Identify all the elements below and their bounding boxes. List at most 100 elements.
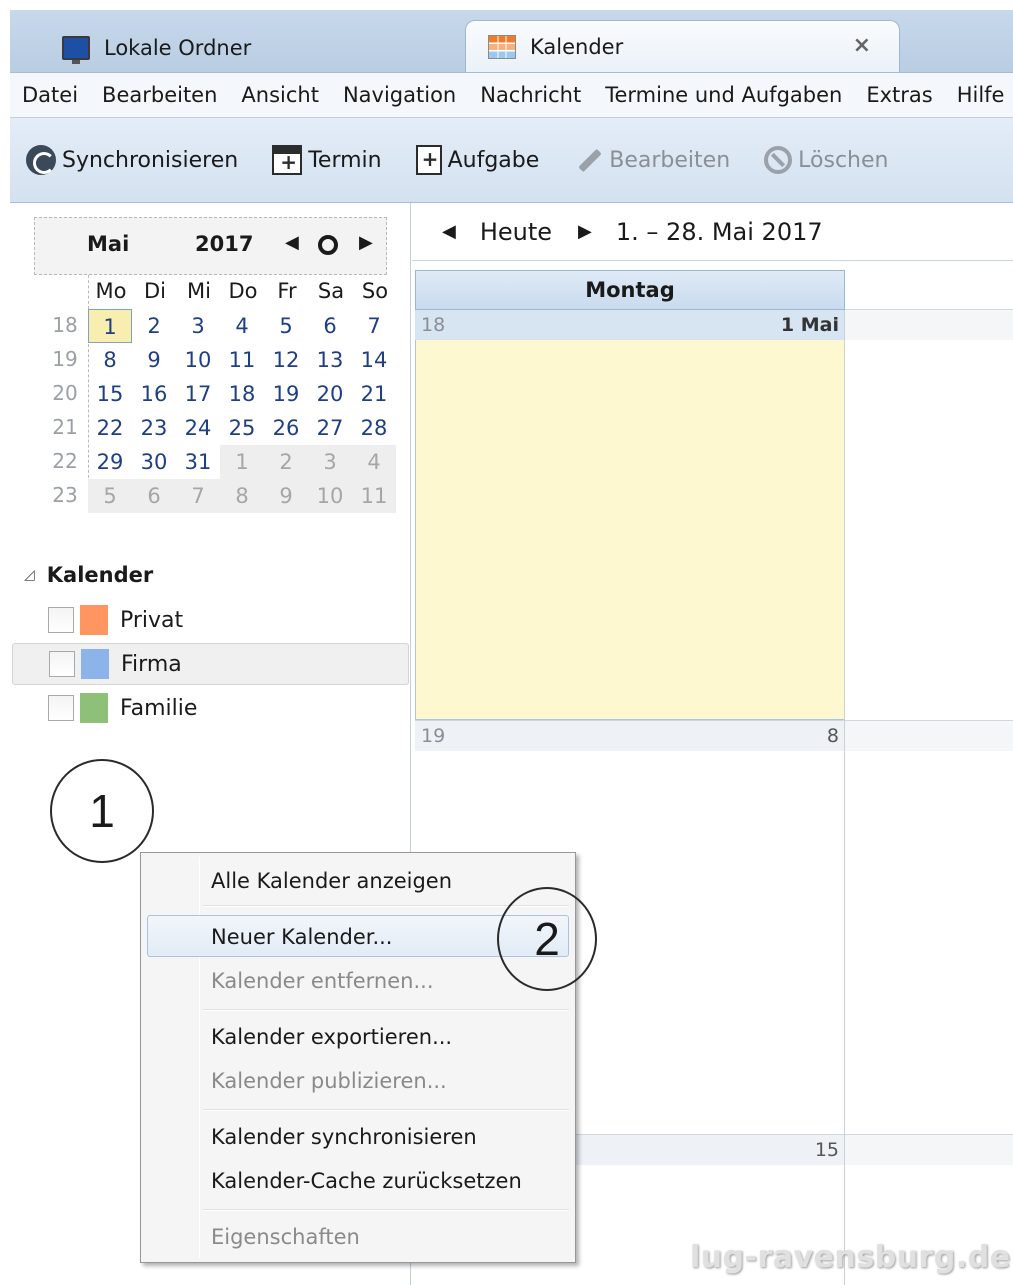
minimonth-day[interactable]: 23 [132, 411, 176, 445]
menu-item-sync-calendar[interactable]: Kalender synchronisieren [211, 1125, 477, 1149]
minimonth-day[interactable]: 3 [176, 309, 220, 343]
minimonth-day[interactable]: 10 [176, 343, 220, 377]
minimonth-day[interactable]: 24 [176, 411, 220, 445]
day-cell-header[interactable]: 19 8 [415, 721, 845, 751]
prev-period-icon[interactable]: ◀ [442, 221, 456, 242]
tab-kalender[interactable]: Kalender × [465, 20, 900, 72]
week-number: 22 [52, 449, 78, 473]
minimonth-day[interactable]: 4 [220, 309, 264, 343]
minimonth-day[interactable]: 9 [264, 479, 308, 513]
minimonth-day[interactable]: 20 [308, 377, 352, 411]
menu-extras[interactable]: Extras [866, 83, 932, 107]
minimonth-day[interactable]: 21 [352, 377, 396, 411]
minimonth-day[interactable]: 5 [88, 479, 132, 513]
calendar-name: Privat [120, 607, 184, 633]
minimonth-day[interactable]: 11 [352, 479, 396, 513]
menu-separator [203, 1009, 569, 1011]
minimonth-day[interactable]: 6 [308, 309, 352, 343]
minimonth-day[interactable]: 29 [88, 445, 132, 479]
minimonth-day[interactable]: 1 [88, 309, 132, 343]
menu-hilfe[interactable]: Hilfe [957, 83, 1005, 107]
minimonth-day[interactable]: 17 [176, 377, 220, 411]
menu-separator [203, 1109, 569, 1111]
calendar-checkbox[interactable] [49, 651, 75, 677]
calendar-item-familie[interactable]: Familie [12, 687, 409, 729]
day-column-header-next [845, 270, 1013, 310]
minimonth-day[interactable]: 27 [308, 411, 352, 445]
collapse-triangle-icon[interactable]: ◿ [24, 567, 35, 583]
minimonth-day[interactable]: 4 [352, 445, 396, 479]
minimonth-day[interactable]: 6 [132, 479, 176, 513]
day-cell-header-today[interactable]: 18 1 Mai [415, 310, 845, 340]
minimonth-day[interactable]: 8 [220, 479, 264, 513]
menu-navigation[interactable]: Navigation [343, 83, 456, 107]
minimonth-day[interactable]: 3 [308, 445, 352, 479]
new-task-button[interactable]: Aufgabe [415, 145, 539, 175]
minimonth-day[interactable]: 9 [132, 343, 176, 377]
calendar-tab-icon [488, 34, 516, 59]
delete-icon [764, 146, 793, 174]
today-button[interactable]: Heute [480, 218, 552, 246]
calendar-color-swatch [80, 693, 108, 723]
minimonth-prev-icon[interactable]: ◀ [285, 232, 299, 253]
minimonth-day[interactable]: 25 [220, 411, 264, 445]
menu-nachricht[interactable]: Nachricht [480, 83, 581, 107]
edit-button[interactable]: Bearbeiten [573, 145, 730, 175]
minimonth-day[interactable]: 22 [88, 411, 132, 445]
minimonth-day[interactable]: 10 [308, 479, 352, 513]
minimonth-day[interactable]: 1 [220, 445, 264, 479]
menu-datei[interactable]: Datei [22, 83, 78, 107]
minimonth-day[interactable]: 19 [264, 377, 308, 411]
minimonth-day[interactable]: 5 [264, 309, 308, 343]
menu-item-export-calendar[interactable]: Kalender exportieren... [211, 1025, 452, 1049]
minimonth-day[interactable]: 11 [220, 343, 264, 377]
menu-item-show-all[interactable]: Alle Kalender anzeigen [211, 869, 452, 893]
minimonth-today-icon[interactable] [318, 235, 338, 255]
close-icon[interactable]: × [853, 33, 871, 58]
menu-item-properties[interactable]: Eigenschaften [211, 1225, 360, 1249]
minimonth-day[interactable]: 16 [132, 377, 176, 411]
calendar-item-firma[interactable]: Firma [12, 643, 409, 685]
minimonth-month[interactable]: Mai [87, 232, 129, 256]
minimonth-day[interactable]: 31 [176, 445, 220, 479]
minimonth-day[interactable]: 2 [264, 445, 308, 479]
menu-item-new-calendar[interactable]: Neuer Kalender... [211, 925, 392, 949]
minimonth-day[interactable]: 28 [352, 411, 396, 445]
menu-bar: Datei Bearbeiten Ansicht Navigation Nach… [10, 73, 1013, 117]
minimonth-day[interactable]: 8 [88, 343, 132, 377]
new-event-button[interactable]: Termin [272, 145, 382, 175]
calendar-item-privat[interactable]: Privat [12, 599, 409, 641]
minimonth-day[interactable]: 15 [88, 377, 132, 411]
day-header: Di [143, 279, 166, 303]
minimonth-day[interactable]: 7 [176, 479, 220, 513]
calendar-checkbox[interactable] [48, 695, 74, 721]
calendar-checkbox[interactable] [48, 607, 74, 633]
calendar-color-swatch [80, 605, 108, 635]
minimonth-year[interactable]: 2017 [195, 232, 253, 256]
minimonth-day[interactable]: 13 [308, 343, 352, 377]
minimonth-next-icon[interactable]: ▶ [359, 232, 373, 253]
today-cell[interactable] [415, 340, 845, 720]
menu-bearbeiten[interactable]: Bearbeiten [102, 83, 217, 107]
menu-termine-und-aufgaben[interactable]: Termine und Aufgaben [605, 83, 842, 107]
next-period-icon[interactable]: ▶ [578, 221, 592, 242]
minimonth-day[interactable]: 2 [132, 309, 176, 343]
menu-item-reset-cache[interactable]: Kalender-Cache zurücksetzen [211, 1169, 522, 1193]
menu-ansicht[interactable]: Ansicht [241, 83, 319, 107]
minimonth-day[interactable]: 12 [264, 343, 308, 377]
pencil-icon [573, 145, 603, 175]
day-header: Fr [277, 279, 297, 303]
tab-lokale-ordner[interactable]: Lokale Ordner [62, 24, 462, 72]
calendar-color-swatch [81, 649, 109, 679]
sync-button[interactable]: Synchronisieren [26, 145, 238, 175]
delete-button[interactable]: Löschen [764, 146, 888, 174]
menu-item-publish-calendar[interactable]: Kalender publizieren... [211, 1069, 447, 1093]
minimonth-day[interactable]: 18 [220, 377, 264, 411]
minimonth-day[interactable]: 14 [352, 343, 396, 377]
minimonth-day[interactable]: 30 [132, 445, 176, 479]
minimonth-day[interactable]: 7 [352, 309, 396, 343]
menu-item-remove-calendar[interactable]: Kalender entfernen... [211, 969, 434, 993]
minimonth-day[interactable]: 26 [264, 411, 308, 445]
date-range-label: 1. – 28. Mai 2017 [615, 217, 823, 246]
calendar-list-header[interactable]: ◿ Kalender [24, 563, 153, 587]
